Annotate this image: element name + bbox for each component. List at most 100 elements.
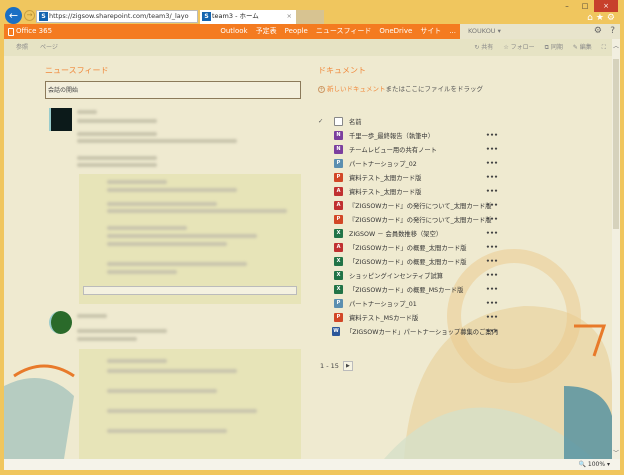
document-row[interactable]: P 資料テスト_太間カード版 ••• [318,170,498,184]
settings-icon[interactable]: ⚙ [607,13,618,23]
document-name[interactable]: 「ZIGSOWカード」の概要_MSカード版 [349,285,463,294]
document-name[interactable]: ZIGSOW － 会員数推移（架空） [349,229,442,238]
new-tab-button[interactable] [296,10,324,24]
onenote-file-icon: N [334,144,343,154]
document-name[interactable]: 「ZIGSOWカード」の概要_太間カード版 [349,243,467,252]
document-row[interactable]: P 『ZIGSOWカード』の発行について_太間カード版 ••• [318,212,498,226]
pdf-file-icon: A [334,200,343,210]
more-options-icon[interactable]: ••• [486,230,498,237]
tab-page[interactable]: ページ [40,39,58,56]
office365-logo[interactable]: Office 365 [8,24,52,39]
more-options-icon[interactable]: ••• [486,188,498,195]
document-row[interactable]: N 千里一歩_最終報告（執筆中） ••• [318,128,498,142]
document-row[interactable]: P パートナーショップ_01 ••• [318,296,498,310]
back-button[interactable]: ← [5,7,22,24]
sync-label: 同期 [550,44,563,51]
post-text [77,139,237,143]
help-icon[interactable]: ? [610,24,615,39]
follow-button[interactable]: ☆ フォロー [503,39,534,56]
document-row[interactable]: A 『ZIGSOWカード』の発行について_太間カード版 ••• [318,198,498,212]
compose-input[interactable]: 会話の開始 [45,81,301,99]
close-tab-icon[interactable]: × [287,10,292,23]
minimize-button[interactable]: – [558,0,576,12]
document-name[interactable]: 資料テスト_MSカード版 [349,313,418,322]
powerpoint-file-icon: P [334,214,343,224]
excel-file-icon: X [334,284,343,294]
more-options-icon[interactable]: ••• [486,216,498,223]
document-name[interactable]: 『ZIGSOWカード』の発行について_太間カード版 [349,215,492,224]
document-row[interactable]: X 「ZIGSOWカード」の概要_MSカード版 ••• [318,282,498,296]
documents-title: ドキュメント [318,66,366,75]
more-options-icon[interactable]: ••• [486,328,498,335]
more-options-icon[interactable]: ••• [486,300,498,307]
scroll-thumb[interactable] [613,59,619,229]
sharepoint-icon: S [39,12,48,21]
forward-button[interactable]: → [24,10,35,21]
document-row[interactable]: X ショッピングインセンティブ試算 ••• [318,268,498,282]
home-icon[interactable]: ⌂ [587,13,596,23]
gear-icon[interactable]: ⚙ [594,24,602,39]
next-page-button[interactable]: ▶ [342,361,353,371]
document-row[interactable]: A 資料テスト_太間カード版 ••• [318,184,498,198]
document-name[interactable]: 資料テスト_太間カード版 [349,187,421,196]
document-name[interactable]: パートナーショップ_02 [349,159,417,168]
more-options-icon[interactable]: ••• [486,160,498,167]
browser-tab[interactable]: Steam3 - ホーム × [200,10,296,24]
reply-input[interactable] [83,286,297,295]
edit-button[interactable]: ✎ 編集 [573,39,592,56]
sync-button[interactable]: ⧉ 同期 [545,39,563,56]
document-name[interactable]: チームレビュー用の共有ノート [349,145,437,154]
scrollbar[interactable]: ︿ ﹀ [612,39,620,459]
file-icon [334,116,343,126]
more-options-icon[interactable]: ••• [486,244,498,251]
tab-title: team3 - ホーム [212,12,259,20]
maximize-button[interactable]: □ [576,0,594,12]
document-row[interactable]: X 「ZIGSOWカード」の概要_太間カード版 ••• [318,254,498,268]
select-all-checkbox[interactable]: ✓ [318,118,334,125]
document-row[interactable]: N チームレビュー用の共有ノート ••• [318,142,498,156]
document-name[interactable]: 千里一歩_最終報告（執筆中） [349,131,434,140]
sharepoint-icon: S [202,12,211,21]
document-name[interactable]: 「ZIGSOWカード」パートナーショップ募集のご案内 [346,327,498,336]
more-options-icon[interactable]: ••• [486,258,498,265]
document-row[interactable]: P パートナーショップ_02 ••• [318,156,498,170]
excel-file-icon: X [334,228,343,238]
document-row[interactable]: X ZIGSOW － 会員数推移（架空） ••• [318,226,498,240]
avatar[interactable] [49,311,72,334]
tab-browse[interactable]: 参照 [16,39,28,56]
compose-placeholder: 会話の開始 [48,87,79,94]
more-options-icon[interactable]: ••• [486,174,498,181]
avatar[interactable] [49,108,72,131]
favorites-icon[interactable]: ★ [596,13,607,23]
scroll-up-icon[interactable]: ︿ [612,41,620,50]
share-button[interactable]: ↻ 共有 [474,39,493,56]
column-name[interactable]: 名前 [349,117,362,126]
more-options-icon[interactable]: ••• [486,286,498,293]
document-name[interactable]: 資料テスト_太間カード版 [349,173,421,182]
zoom-control[interactable]: 🔍 100% ▾ [579,459,610,470]
more-options-icon[interactable]: ••• [486,146,498,153]
document-name[interactable]: 『ZIGSOWカード』の発行について_太間カード版 [349,201,492,210]
close-button[interactable]: × [594,0,618,12]
browser-chrome: ← → Shttps://zigsow.sharepoint.com/team3… [0,0,624,24]
more-options-icon[interactable]: ••• [486,202,498,209]
pdf-file-icon: A [334,242,343,252]
more-options-icon[interactable]: ••• [486,272,498,279]
more-options-icon[interactable]: ••• [486,314,498,321]
ribbon: 参照 ページ ↻ 共有 ☆ フォロー ⧉ 同期 ✎ 編集 ⛶ [4,39,612,56]
document-row[interactable]: A 「ZIGSOWカード」の概要_太間カード版 ••• [318,240,498,254]
suite-bar: Office 365 Outlook 予定表 People ニュースフィード O… [4,24,460,41]
document-name[interactable]: 「ZIGSOWカード」の概要_太間カード版 [349,257,467,266]
more-options-icon[interactable]: ••• [486,132,498,139]
document-row[interactable]: W 「ZIGSOWカード」パートナーショップ募集のご案内 ••• [318,324,498,338]
document-row[interactable]: P 資料テスト_MSカード版 ••• [318,310,498,324]
focus-icon[interactable]: ⛶ [602,39,606,56]
document-name[interactable]: パートナーショップ_01 [349,299,417,308]
publisher-file-icon: P [334,158,343,168]
plus-icon: + [318,86,325,93]
scroll-down-icon[interactable]: ﹀ [612,448,620,457]
address-bar[interactable]: Shttps://zigsow.sharepoint.com/team3/_la… [36,10,198,23]
document-name[interactable]: ショッピングインセンティブ試算 [349,271,443,280]
user-menu[interactable]: KOUKOU [468,27,496,35]
new-document-link[interactable]: + 新しいドキュメントまたはここにファイルをドラッグ [318,83,483,93]
